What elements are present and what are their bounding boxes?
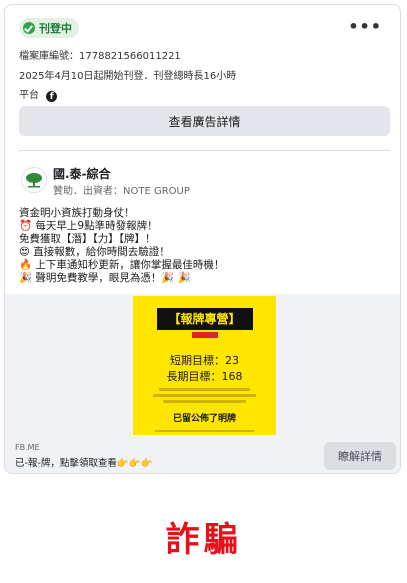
link-description: 已-報-牌，點擊領取查看👉👉👉 bbox=[15, 458, 153, 469]
sponsor-info: 贊助．出資者：NOTE GROUP bbox=[53, 186, 190, 197]
body-line: 資金明小資族打動身仗！ bbox=[19, 207, 135, 219]
body-line: 免費獲取【潛】【力】【牌】！ bbox=[19, 233, 156, 245]
advertiser-name[interactable]: 國.泰-綜合 bbox=[53, 165, 111, 182]
body-line: 🎉 聲明免費教學，眼見為憑！🎉 🎉 bbox=[19, 272, 191, 284]
divider bbox=[19, 150, 390, 151]
tree-logo-icon bbox=[26, 173, 42, 188]
poster-tag bbox=[191, 332, 218, 338]
ad-body-text: 資金明小資族打動身仗！ ⏰ 每天早上9點準時發報牌！ 免費獲取【潛】【力】【牌】… bbox=[19, 207, 389, 285]
body-line: ⏰ 每天早上9點準時發報牌！ bbox=[19, 220, 158, 232]
body-line: 🔥 上下車通知秒更新，讓你掌握最佳時機！ bbox=[19, 259, 225, 271]
avatar[interactable] bbox=[21, 167, 47, 193]
platform-row: 平台 f bbox=[19, 86, 58, 102]
poster-fine-print bbox=[159, 388, 250, 391]
poster-link-text: 已留公佈了明牌 bbox=[172, 414, 236, 424]
body-line: 😍 直接報數，給你時間去驗證！ bbox=[19, 246, 170, 258]
status-label: 刊登中 bbox=[39, 22, 72, 35]
facebook-icon: f bbox=[46, 91, 58, 102]
library-id: 檔案庫編號：1778821566011221 bbox=[19, 51, 181, 62]
more-options-button[interactable]: ••• bbox=[348, 17, 382, 36]
link-footer[interactable]: FB.ME 已-報-牌，點擊領取查看👉👉👉 瞭解詳情 bbox=[5, 436, 400, 473]
check-circle-icon bbox=[23, 22, 35, 34]
scam-warning-label: 詐騙 bbox=[165, 520, 242, 560]
poster-short-target: 短期目標：23 bbox=[170, 354, 239, 367]
status-badge: 刊登中 bbox=[19, 18, 79, 38]
learn-more-button[interactable]: 瞭解詳情 bbox=[324, 442, 396, 470]
ad-card: 刊登中 ••• 檔案庫編號：1778821566011221 2025年4月10… bbox=[4, 4, 401, 474]
run-info: 2025年4月10日起開始刊登．刊登總時長16小時 bbox=[19, 71, 237, 82]
see-ad-details-button[interactable]: 查看廣告詳情 bbox=[19, 106, 390, 136]
poster-long-target: 長期目標：168 bbox=[166, 370, 243, 383]
ad-media: 【報牌專營】 短期目標：23 長期目標：168 已留公佈了明牌 bbox=[5, 294, 400, 436]
ad-image[interactable]: 【報牌專營】 短期目標：23 長期目標：168 已留公佈了明牌 bbox=[133, 296, 276, 435]
poster-fine-print bbox=[163, 400, 246, 403]
poster-title: 【報牌專營】 bbox=[156, 308, 253, 330]
platform-label: 平台 bbox=[19, 90, 39, 101]
poster-fine-print bbox=[155, 430, 254, 432]
poster-fine-print bbox=[153, 394, 256, 397]
link-domain: FB.ME bbox=[15, 443, 40, 452]
